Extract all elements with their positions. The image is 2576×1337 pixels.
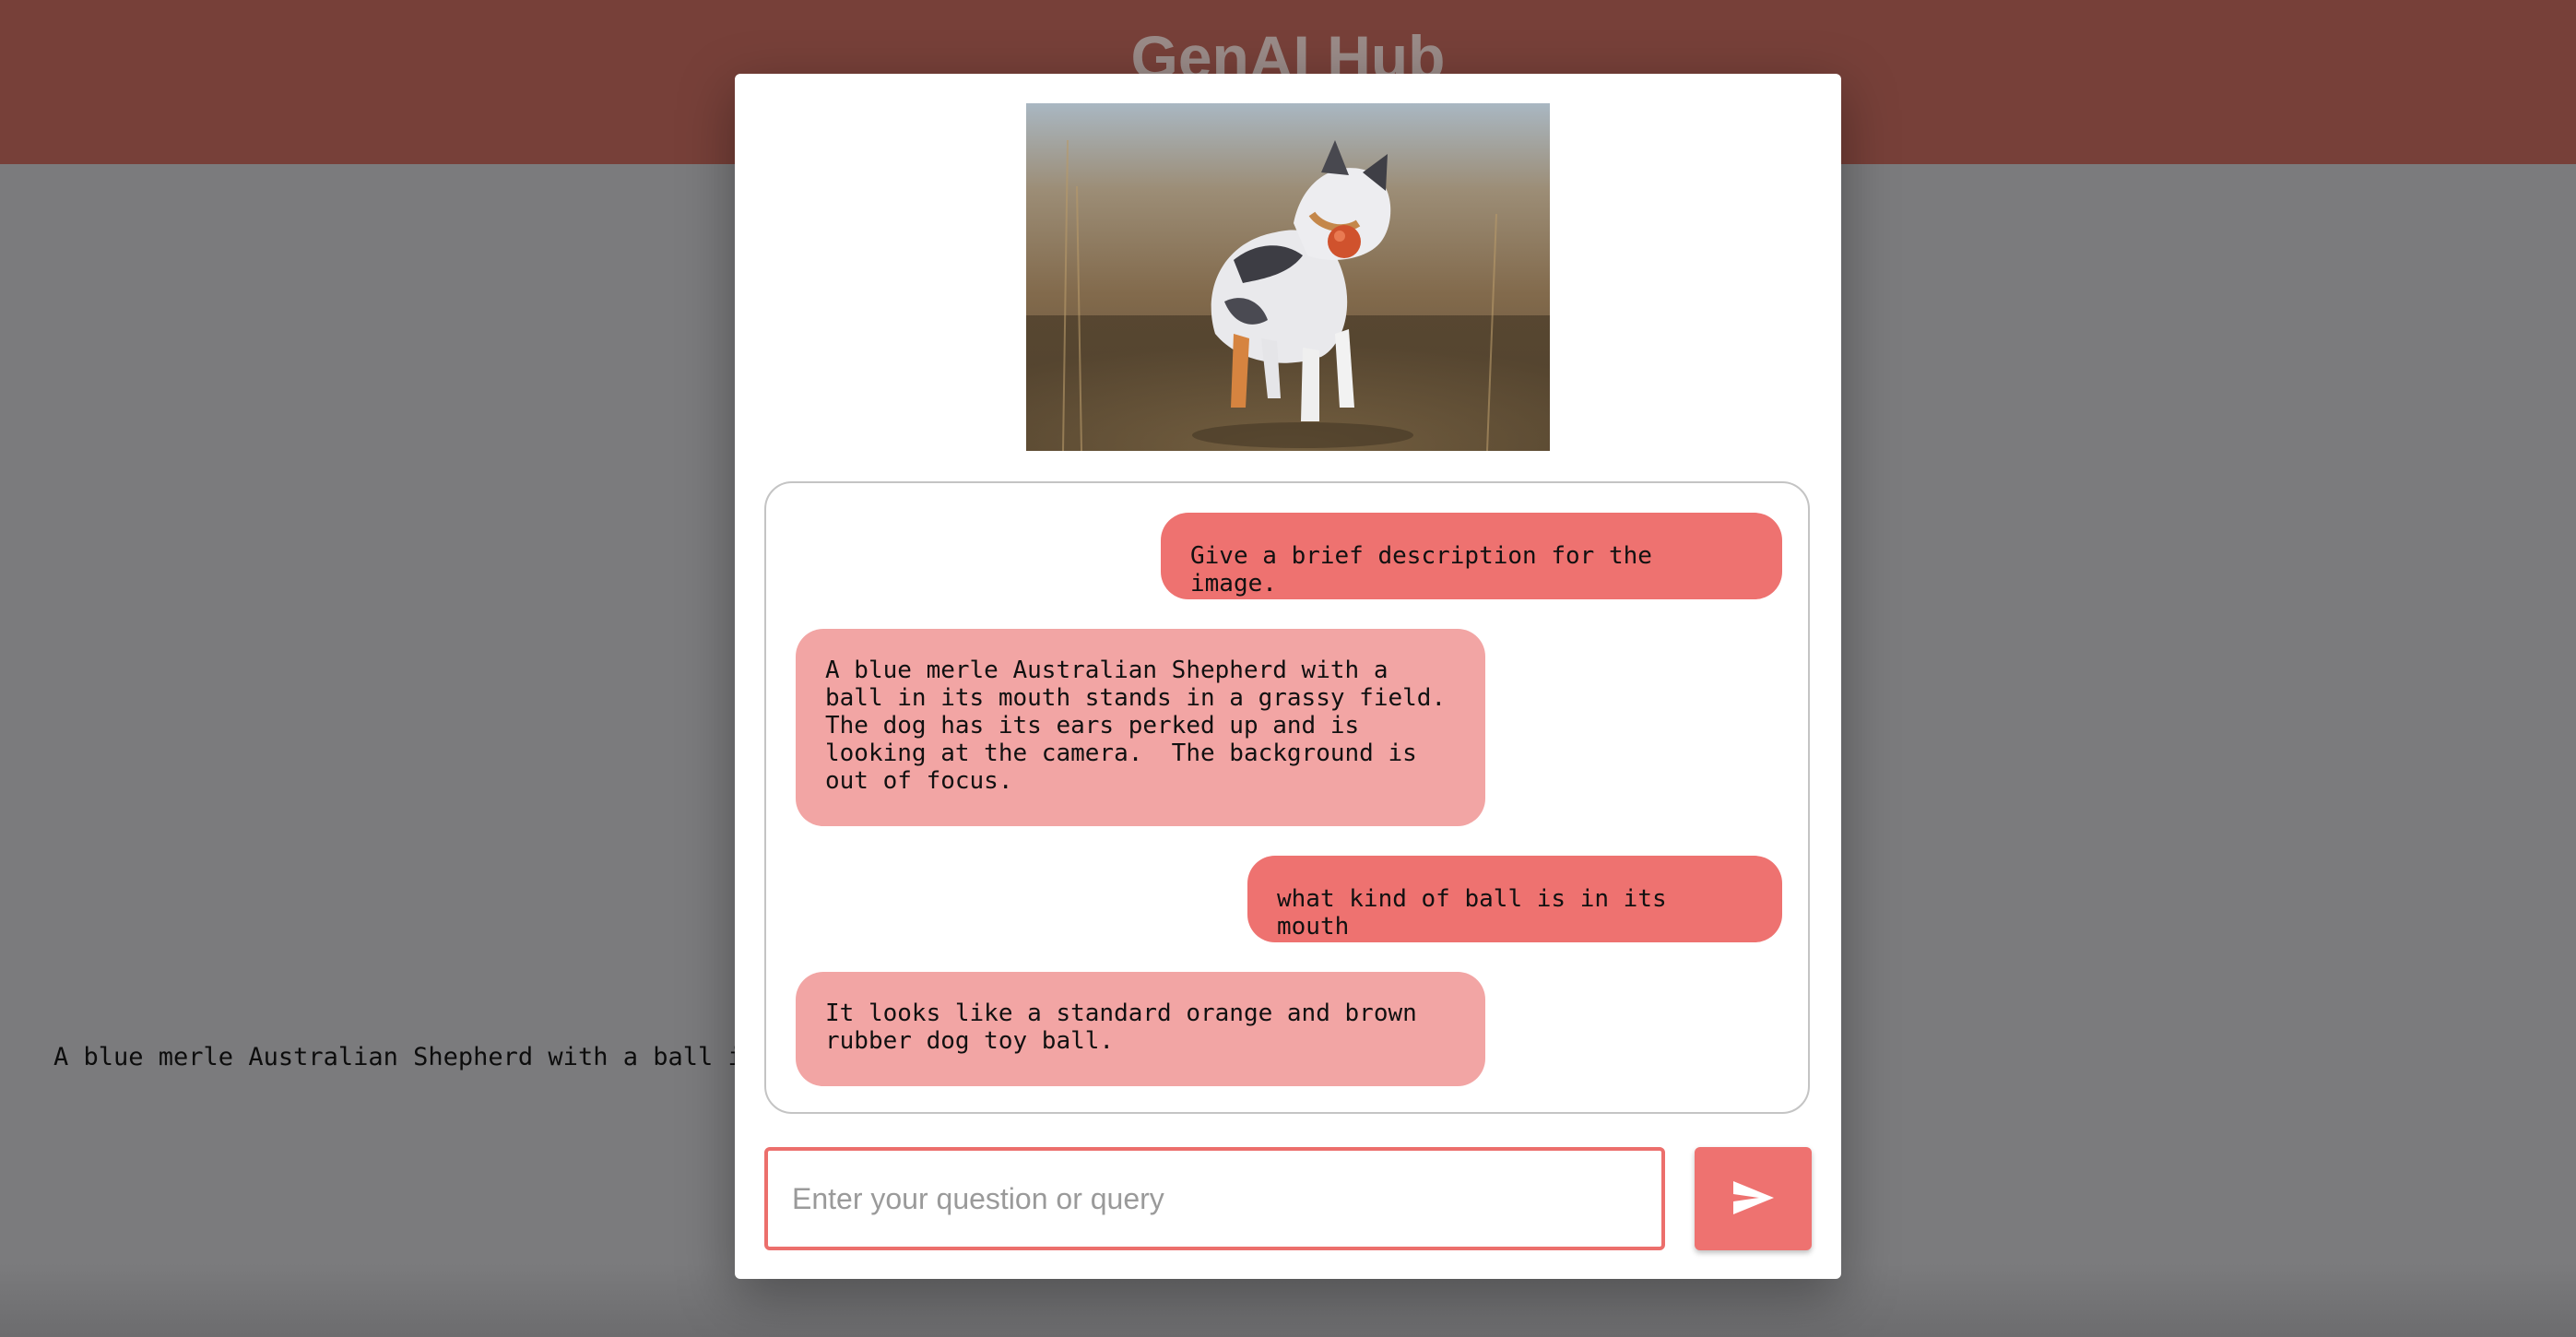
chat-modal: Give a brief description for the image. …: [735, 74, 1841, 1279]
send-button[interactable]: [1695, 1147, 1812, 1250]
query-input[interactable]: [764, 1147, 1665, 1250]
uploaded-image: [1026, 103, 1550, 451]
user-message: Give a brief description for the image.: [1161, 513, 1782, 599]
assistant-message: A blue merle Australian Shepherd with a …: [796, 629, 1485, 826]
user-message: what kind of ball is in its mouth: [1247, 856, 1782, 942]
assistant-message: It looks like a standard orange and brow…: [796, 972, 1485, 1086]
chat-history[interactable]: Give a brief description for the image. …: [764, 481, 1810, 1114]
send-icon: [1731, 1179, 1776, 1219]
